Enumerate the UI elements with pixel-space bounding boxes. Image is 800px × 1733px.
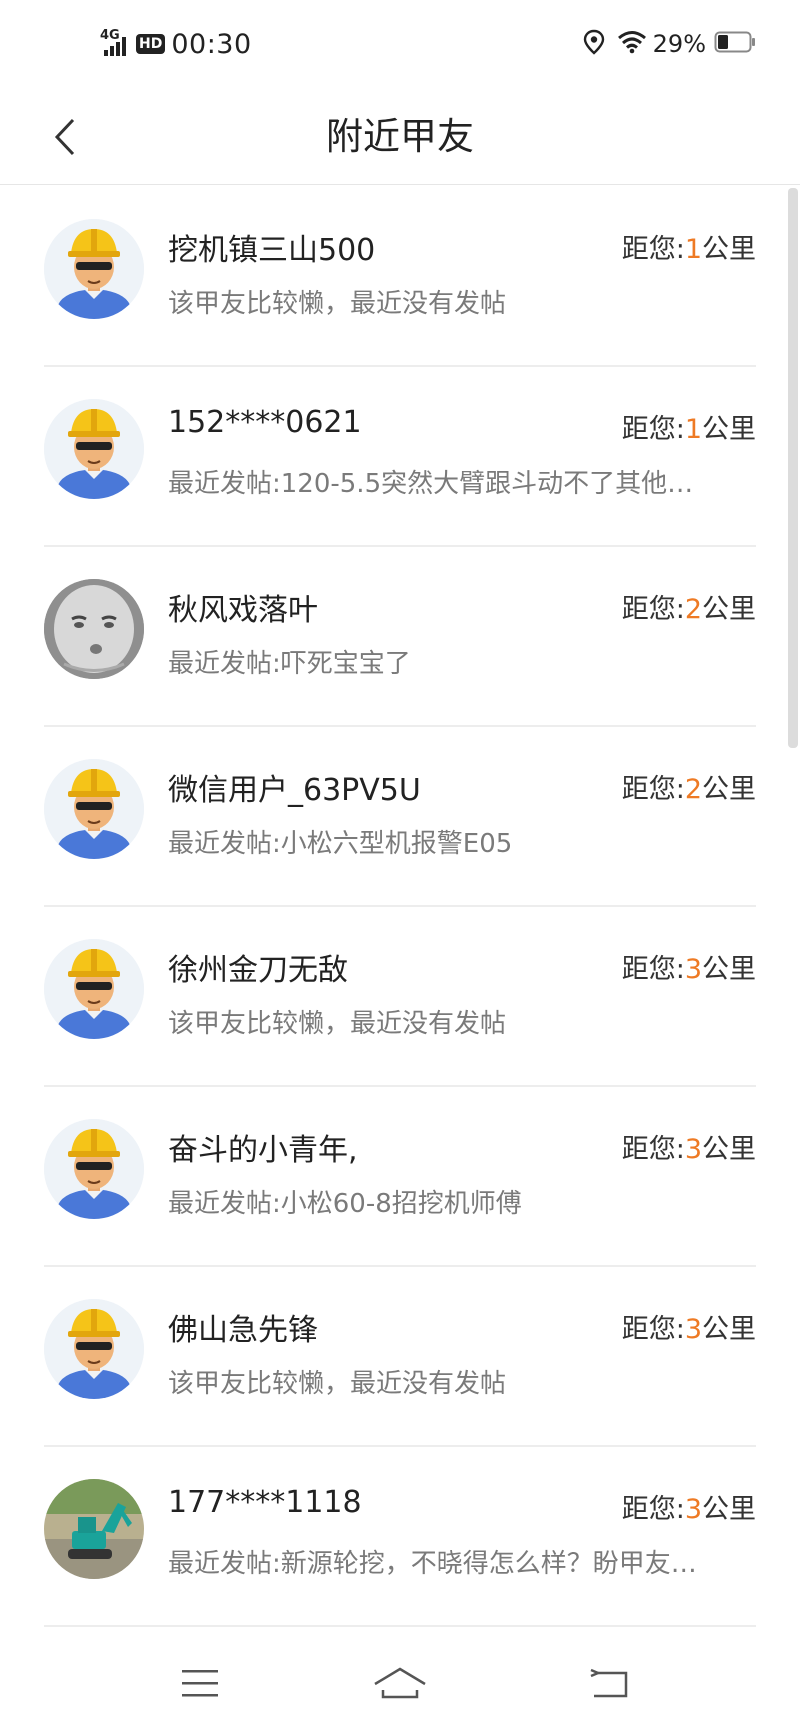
hd-badge: HD xyxy=(136,34,166,54)
user-name: 177****1118 xyxy=(168,1485,362,1520)
list-item[interactable]: 微信用户_63PV5U 最近发帖:小松六型机报警E05 距您:2公里 xyxy=(44,725,756,907)
user-name: 152****0621 xyxy=(168,405,362,440)
distance-label: 距您:3公里 xyxy=(621,1494,756,1525)
home-button[interactable] xyxy=(370,1655,430,1711)
distance-label: 距您:3公里 xyxy=(621,1134,756,1165)
menu-icon xyxy=(182,1670,218,1697)
distance-label: 距您:1公里 xyxy=(621,234,756,265)
status-bar: 4G HD 00:30 29% xyxy=(0,0,800,90)
system-nav-bar xyxy=(0,1635,800,1733)
distance-label: 距您:2公里 xyxy=(621,774,756,805)
user-name: 佛山急先锋 xyxy=(168,1313,318,1348)
list-item[interactable]: 挖机镇三山500 该甲友比较懒，最近没有发帖 距您:1公里 xyxy=(44,185,756,367)
battery-percent: 29% xyxy=(652,30,706,58)
back-icon xyxy=(590,1668,628,1698)
distance-value: 3 xyxy=(684,954,702,985)
list-item[interactable]: 徐州金刀无敌 该甲友比较懒，最近没有发帖 距您:3公里 xyxy=(44,905,756,1087)
latest-post: 该甲友比较懒，最近没有发帖 xyxy=(168,1009,507,1039)
list-item[interactable]: 佛山急先锋 该甲友比较懒，最近没有发帖 距您:3公里 xyxy=(44,1265,756,1447)
list-item[interactable]: 177****1118 最近发帖:新源轮挖，不晓得怎么样？盼甲友… 距您:3公里 xyxy=(44,1445,756,1627)
signal-icon: 4G xyxy=(100,28,134,58)
distance-value: 3 xyxy=(684,1314,702,1345)
worker-avatar xyxy=(44,939,144,1039)
list-item[interactable]: 奋斗的小青年, 最近发帖:小松60-8招挖机师傅 距您:3公里 xyxy=(44,1085,756,1267)
distance-value: 1 xyxy=(684,234,702,265)
distance-value: 3 xyxy=(684,1494,702,1525)
status-time: 00:30 xyxy=(171,28,252,60)
latest-post: 该甲友比较懒，最近没有发帖 xyxy=(168,1369,507,1399)
latest-post: 该甲友比较懒，最近没有发帖 xyxy=(168,289,507,319)
nearby-user-list: 挖机镇三山500 该甲友比较懒，最近没有发帖 距您:1公里 152****062… xyxy=(0,185,800,1635)
scrollbar[interactable] xyxy=(788,188,798,748)
worker-avatar xyxy=(44,1119,144,1219)
distance-label: 距您:3公里 xyxy=(621,954,756,985)
distance-value: 1 xyxy=(684,414,702,445)
header: 附近甲友 xyxy=(0,90,800,185)
list-item[interactable]: 秋风戏落叶 最近发帖:吓死宝宝了 距您:2公里 xyxy=(44,545,756,727)
wifi-icon xyxy=(617,30,647,58)
user-name: 微信用户_63PV5U xyxy=(168,773,421,808)
menu-button[interactable] xyxy=(170,1655,230,1711)
distance-value: 3 xyxy=(684,1134,702,1165)
distance-label: 距您:2公里 xyxy=(621,594,756,625)
worker-avatar xyxy=(44,759,144,859)
location-icon xyxy=(583,29,605,59)
list-item[interactable]: 152****0621 最近发帖:120-5.5突然大臂跟斗动不了其他… 距您:… xyxy=(44,365,756,547)
home-icon xyxy=(374,1667,426,1699)
worker-avatar xyxy=(44,399,144,499)
user-name: 奋斗的小青年, xyxy=(168,1133,358,1168)
user-name: 徐州金刀无敌 xyxy=(168,953,348,988)
return-button[interactable] xyxy=(580,1655,640,1711)
worker-avatar xyxy=(44,1299,144,1399)
worker-avatar xyxy=(44,219,144,319)
latest-post: 最近发帖:小松六型机报警E05 xyxy=(168,829,513,859)
latest-post: 最近发帖:新源轮挖，不晓得怎么样？盼甲友… xyxy=(168,1549,697,1579)
distance-value: 2 xyxy=(684,774,702,805)
meme-face-avatar xyxy=(44,579,144,679)
page-title: 附近甲友 xyxy=(326,115,474,158)
distance-label: 距您:3公里 xyxy=(621,1314,756,1345)
user-name: 挖机镇三山500 xyxy=(168,233,376,268)
user-name: 秋风戏落叶 xyxy=(168,593,318,628)
battery-icon xyxy=(714,31,756,57)
distance-value: 2 xyxy=(684,594,702,625)
latest-post: 最近发帖:小松60-8招挖机师傅 xyxy=(168,1189,522,1219)
excavator-photo-avatar xyxy=(44,1479,144,1579)
latest-post: 最近发帖:120-5.5突然大臂跟斗动不了其他… xyxy=(168,469,694,499)
latest-post: 最近发帖:吓死宝宝了 xyxy=(168,649,411,679)
distance-label: 距您:1公里 xyxy=(621,414,756,445)
